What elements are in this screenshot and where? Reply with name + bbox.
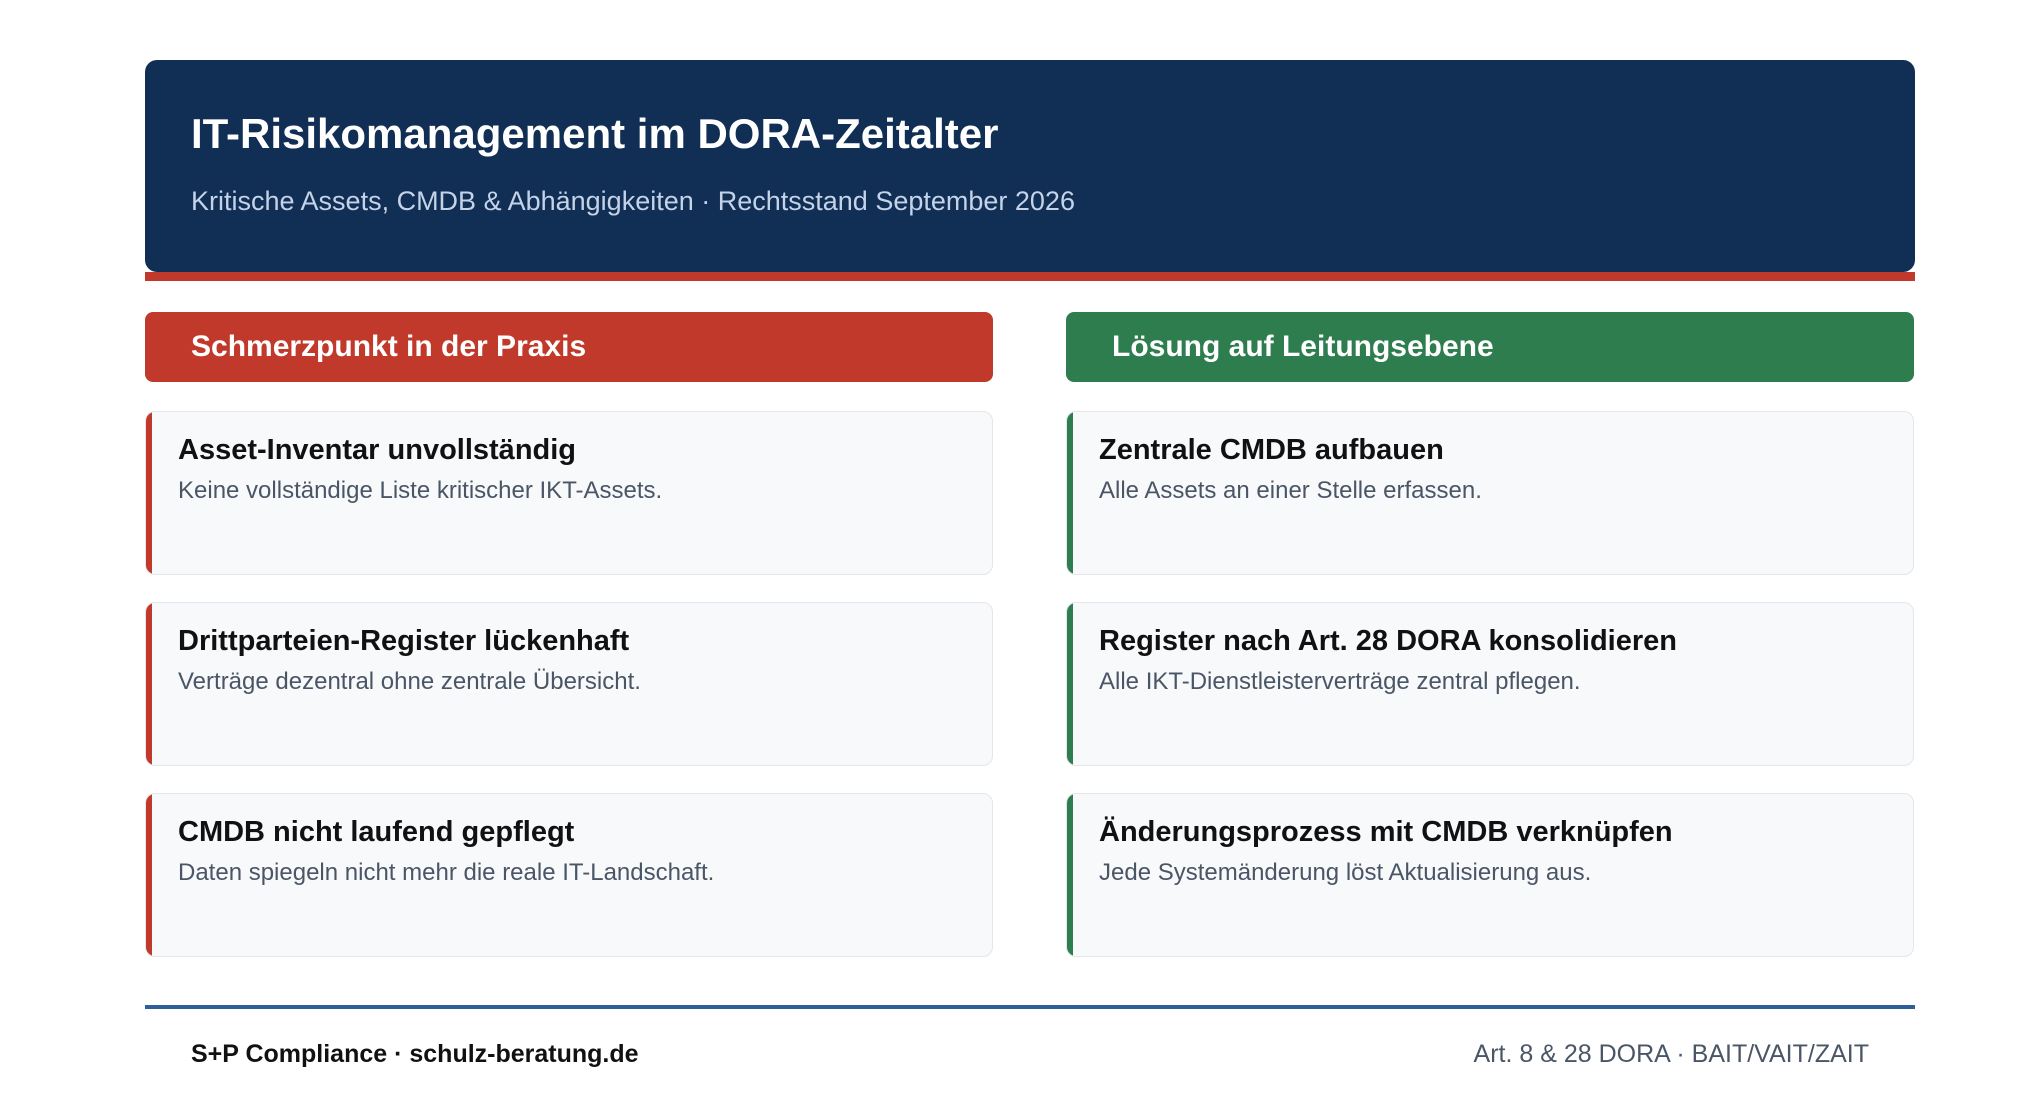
pain-card-title: CMDB nicht laufend gepflegt	[178, 816, 575, 848]
solution-card-accent-bar	[1067, 794, 1073, 956]
pain-card-text: Keine vollständige Liste kritischer IKT-…	[178, 477, 663, 504]
solution-card-title: Register nach Art. 28 DORA konsolidieren	[1099, 625, 1677, 657]
pain-card-title: Asset-Inventar unvollständig	[178, 434, 577, 466]
solution-card-text: Jede Systemänderung löst Aktualisierung …	[1099, 859, 1592, 886]
header-banner: IT-Risikomanagement im DORA-Zeitalter Kr…	[145, 60, 1915, 272]
pain-card-accent-bar	[146, 603, 152, 765]
solution-card-accent-bar	[1067, 603, 1073, 765]
footer-divider	[145, 1005, 1915, 1009]
solution-card-text: Alle IKT-Dienstleisterverträge zentral p…	[1099, 668, 1581, 695]
pain-card: CMDB nicht laufend gepflegt Daten spiege…	[145, 793, 993, 957]
pain-card-title: Drittparteien-Register lückenhaft	[178, 625, 630, 657]
solution-column-heading: Lösung auf Leitungsebene	[1066, 312, 1914, 382]
pain-card-text: Verträge dezentral ohne zentrale Übersic…	[178, 668, 641, 695]
header-accent-line	[145, 272, 1915, 281]
solution-card-accent-bar	[1067, 412, 1073, 574]
solution-card-title: Änderungsprozess mit CMDB verknüpfen	[1099, 816, 1673, 848]
page-subtitle: Kritische Assets, CMDB & Abhängigkeiten …	[191, 186, 1075, 216]
footer-legal-reference: Art. 8 & 28 DORA · BAIT/VAIT/ZAIT	[1473, 1040, 1869, 1068]
footer-brand: S+P Compliance · schulz-beratung.de	[191, 1040, 639, 1068]
pain-card-accent-bar	[146, 794, 152, 956]
pain-card-text: Daten spiegeln nicht mehr die reale IT-L…	[178, 859, 715, 886]
solution-card-text: Alle Assets an einer Stelle erfassen.	[1099, 477, 1482, 504]
solution-card: Änderungsprozess mit CMDB verknüpfen Jed…	[1066, 793, 1914, 957]
solution-card: Register nach Art. 28 DORA konsolidieren…	[1066, 602, 1914, 766]
pain-card: Asset-Inventar unvollständig Keine volls…	[145, 411, 993, 575]
pain-card: Drittparteien-Register lückenhaft Verträ…	[145, 602, 993, 766]
page-title: IT-Risikomanagement im DORA-Zeitalter	[191, 110, 999, 157]
pain-card-accent-bar	[146, 412, 152, 574]
solution-card-title: Zentrale CMDB aufbauen	[1099, 434, 1444, 466]
solution-card: Zentrale CMDB aufbauen Alle Assets an ei…	[1066, 411, 1914, 575]
pain-column-heading: Schmerzpunkt in der Praxis	[145, 312, 993, 382]
